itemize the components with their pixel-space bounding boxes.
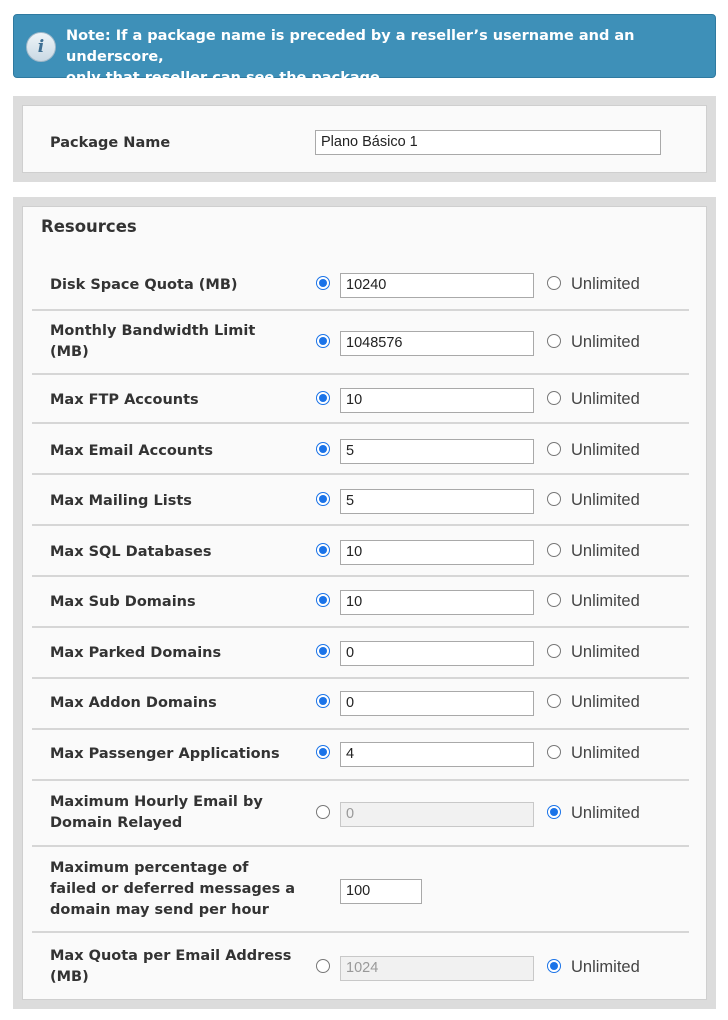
resource-label-line1: Maximum percentage of xyxy=(50,860,249,876)
limit-input[interactable]: 10 xyxy=(340,540,534,565)
limit-input[interactable]: 0 xyxy=(340,691,534,716)
resource-row-sub-domains: Max Sub Domains 10 Unlimited xyxy=(32,579,689,628)
resource-label: Max Passenger Applications xyxy=(50,746,280,762)
limit-radio[interactable] xyxy=(316,492,330,506)
limit-radio[interactable] xyxy=(316,334,330,348)
resource-label: Max FTP Accounts xyxy=(50,392,199,408)
unlimited-radio[interactable] xyxy=(547,492,561,506)
unlimited-label: Unlimited xyxy=(571,542,640,560)
limit-input[interactable]: 5 xyxy=(340,489,534,514)
limit-input[interactable]: 4 xyxy=(340,742,534,767)
resource-label: Disk Space Quota (MB) xyxy=(50,277,238,293)
limit-radio[interactable] xyxy=(316,805,330,819)
package-name-section: Package Name Plano Básico 1 xyxy=(22,105,707,173)
unlimited-label: Unlimited xyxy=(571,643,640,661)
limit-radio[interactable] xyxy=(316,276,330,290)
limit-radio[interactable] xyxy=(316,442,330,456)
note-banner: i Note: If a package name is preceded by… xyxy=(13,14,716,86)
limit-input[interactable]: 0 xyxy=(340,802,534,827)
unlimited-radio[interactable] xyxy=(547,593,561,607)
resource-row-bandwidth: Monthly Bandwidth Limit (MB) 1048576 Unl… xyxy=(32,313,689,375)
resource-label: Max Sub Domains xyxy=(50,594,196,610)
unlimited-radio[interactable] xyxy=(547,334,561,348)
resource-label-line1: Maximum Hourly Email by xyxy=(50,794,263,810)
info-icon: i xyxy=(26,32,56,62)
package-name-label: Package Name xyxy=(50,135,171,151)
resource-row-hourly-email: Maximum Hourly Email by Domain Relayed 0… xyxy=(32,783,689,847)
resource-row-ftp-accounts: Max FTP Accounts 10 Unlimited xyxy=(32,377,689,424)
unlimited-label: Unlimited xyxy=(571,390,640,408)
resource-row-disk-space: Disk Space Quota (MB) 10240 Unlimited xyxy=(32,264,689,311)
limit-input[interactable]: 10240 xyxy=(340,273,534,298)
limit-radio[interactable] xyxy=(316,593,330,607)
resource-label: Max Mailing Lists xyxy=(50,493,192,509)
package-name-panel: Package Name Plano Básico 1 xyxy=(13,96,716,182)
unlimited-radio[interactable] xyxy=(547,745,561,759)
resource-row-sql-databases: Max SQL Databases 10 Unlimited xyxy=(32,528,689,577)
resource-label-line2: (MB) xyxy=(50,969,89,985)
resource-row-email-accounts: Max Email Accounts 5 Unlimited xyxy=(32,426,689,475)
resources-panel: Resources Disk Space Quota (MB) 10240 Un… xyxy=(13,197,716,1009)
resource-row-parked-domains: Max Parked Domains 0 Unlimited xyxy=(32,630,689,679)
resource-label-line2: failed or deferred messages a xyxy=(50,881,296,897)
resource-label: Max SQL Databases xyxy=(50,544,212,560)
unlimited-label: Unlimited xyxy=(571,592,640,610)
unlimited-label: Unlimited xyxy=(571,441,640,459)
resource-row-mailing-lists: Max Mailing Lists 5 Unlimited xyxy=(32,477,689,526)
resource-row-passenger-applications: Max Passenger Applications 4 Unlimited xyxy=(32,732,689,781)
resource-label-line1: Max Quota per Email Address xyxy=(50,948,292,964)
limit-radio[interactable] xyxy=(316,644,330,658)
resource-label-line3: domain may send per hour xyxy=(50,902,269,918)
limit-radio[interactable] xyxy=(316,543,330,557)
limit-input[interactable]: 1024 xyxy=(340,956,534,981)
limit-input[interactable]: 1048576 xyxy=(340,331,534,356)
resource-label: Max Email Accounts xyxy=(50,443,213,459)
unlimited-radio[interactable] xyxy=(547,276,561,290)
unlimited-label: Unlimited xyxy=(571,275,640,293)
unlimited-radio[interactable] xyxy=(547,959,561,973)
limit-radio[interactable] xyxy=(316,959,330,973)
unlimited-label: Unlimited xyxy=(571,693,640,711)
unlimited-label: Unlimited xyxy=(571,491,640,509)
unlimited-label: Unlimited xyxy=(571,804,640,822)
limit-input[interactable]: 10 xyxy=(340,590,534,615)
limit-input[interactable]: 5 xyxy=(340,439,534,464)
resource-row-addon-domains: Max Addon Domains 0 Unlimited xyxy=(32,681,689,730)
percentage-input[interactable]: 100 xyxy=(340,879,422,904)
resources-title: Resources xyxy=(41,217,137,236)
unlimited-radio[interactable] xyxy=(547,805,561,819)
limit-radio[interactable] xyxy=(316,745,330,759)
resource-label-line2: (MB) xyxy=(50,344,89,360)
limit-radio[interactable] xyxy=(316,391,330,405)
unlimited-label: Unlimited xyxy=(571,333,640,351)
resource-row-failed-deferred-percentage: Maximum percentage of failed or deferred… xyxy=(32,849,689,933)
limit-input[interactable]: 0 xyxy=(340,641,534,666)
resource-label: Max Parked Domains xyxy=(50,645,222,661)
package-name-input[interactable]: Plano Básico 1 xyxy=(315,130,661,155)
limit-radio[interactable] xyxy=(316,694,330,708)
note-line-1: Note: If a package name is preceded by a… xyxy=(66,28,635,65)
note-line-2: only that reseller can see the package. xyxy=(66,70,386,86)
unlimited-label: Unlimited xyxy=(571,958,640,976)
unlimited-label: Unlimited xyxy=(571,744,640,762)
unlimited-radio[interactable] xyxy=(547,543,561,557)
resource-label-line2: Domain Relayed xyxy=(50,815,183,831)
unlimited-radio[interactable] xyxy=(547,644,561,658)
resources-section: Resources Disk Space Quota (MB) 10240 Un… xyxy=(22,206,707,1000)
unlimited-radio[interactable] xyxy=(547,442,561,456)
limit-input[interactable]: 10 xyxy=(340,388,534,413)
resource-row-email-quota: Max Quota per Email Address (MB) 1024 Un… xyxy=(32,935,689,997)
unlimited-radio[interactable] xyxy=(547,694,561,708)
resource-label: Max Addon Domains xyxy=(50,695,217,711)
resource-label-line1: Monthly Bandwidth Limit xyxy=(50,323,256,339)
unlimited-radio[interactable] xyxy=(547,391,561,405)
note-text: Note: If a package name is preceded by a… xyxy=(66,26,706,89)
